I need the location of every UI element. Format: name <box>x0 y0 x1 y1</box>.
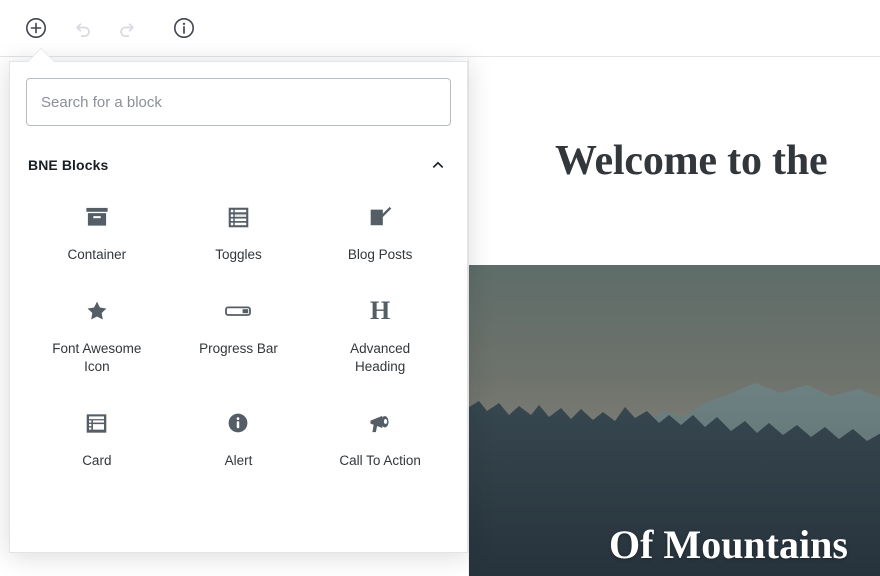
popover-arrow <box>28 49 54 62</box>
page-content: Welcome to the Of Mountains <box>468 57 880 576</box>
block-item-label: Alert <box>224 453 253 468</box>
welcome-heading-block[interactable]: Welcome to the <box>469 57 880 265</box>
block-inserter-popover: BNE Blocks <box>9 61 468 553</box>
heading-h-icon: H <box>370 296 391 325</box>
hero-title: Of Mountains <box>609 522 848 567</box>
star-icon <box>80 294 114 328</box>
block-item-alert[interactable]: Alert <box>168 392 310 480</box>
block-search-wrap <box>10 62 467 142</box>
info-filled-icon <box>221 406 255 440</box>
block-item-label: Call To Action <box>339 453 421 468</box>
block-item-blog-posts[interactable]: Blog Posts <box>309 186 451 274</box>
block-item-label: Card <box>82 453 112 468</box>
block-category-bne-blocks: BNE Blocks Container Toggles Blog Posts … <box>10 142 467 480</box>
card-layout-icon <box>80 406 114 440</box>
block-item-label: Font Awesome Icon <box>52 341 142 374</box>
block-item-label: Toggles <box>215 247 262 262</box>
block-item-label: Advanced Heading <box>350 341 411 374</box>
block-item-label: Progress Bar <box>199 341 278 356</box>
redo-icon <box>116 16 140 40</box>
plus-circle-icon <box>24 16 48 40</box>
block-item-advanced-heading[interactable]: H Advanced Heading <box>309 280 451 386</box>
block-item-toggles[interactable]: Toggles <box>168 186 310 274</box>
editor-root: Welcome to the Of Mountains Search for a… <box>0 0 880 576</box>
category-header[interactable]: BNE Blocks <box>26 142 451 186</box>
editor-toolbar <box>0 0 880 57</box>
block-item-container[interactable]: Container <box>26 186 168 274</box>
chevron-up-icon[interactable] <box>427 154 449 176</box>
page-title: Welcome to the <box>555 138 828 184</box>
search-input[interactable] <box>26 78 451 126</box>
block-item-label: Blog Posts <box>347 247 413 262</box>
block-item-card[interactable]: Card <box>26 392 168 480</box>
archive-box-icon <box>80 200 114 234</box>
undo-button[interactable] <box>64 10 100 46</box>
info-button[interactable] <box>166 10 202 46</box>
list-rows-icon <box>221 200 255 234</box>
block-item-progress-bar[interactable]: Progress Bar <box>168 280 310 386</box>
progress-bar-icon <box>221 294 255 328</box>
hero-image-block[interactable]: Of Mountains <box>469 265 880 576</box>
block-item-call-to-action[interactable]: Call To Action <box>309 392 451 480</box>
block-type-grid: Container Toggles Blog Posts Font Awesom… <box>26 186 451 480</box>
redo-button[interactable] <box>110 10 146 46</box>
block-item-label: Container <box>67 247 127 262</box>
add-block-button[interactable] <box>18 10 54 46</box>
megaphone-icon <box>363 406 397 440</box>
info-circle-icon <box>172 16 196 40</box>
block-item-font-awesome-icon[interactable]: Font Awesome Icon <box>26 280 168 386</box>
pencil-square-icon <box>363 200 397 234</box>
undo-icon <box>70 16 94 40</box>
category-title: BNE Blocks <box>28 157 109 173</box>
